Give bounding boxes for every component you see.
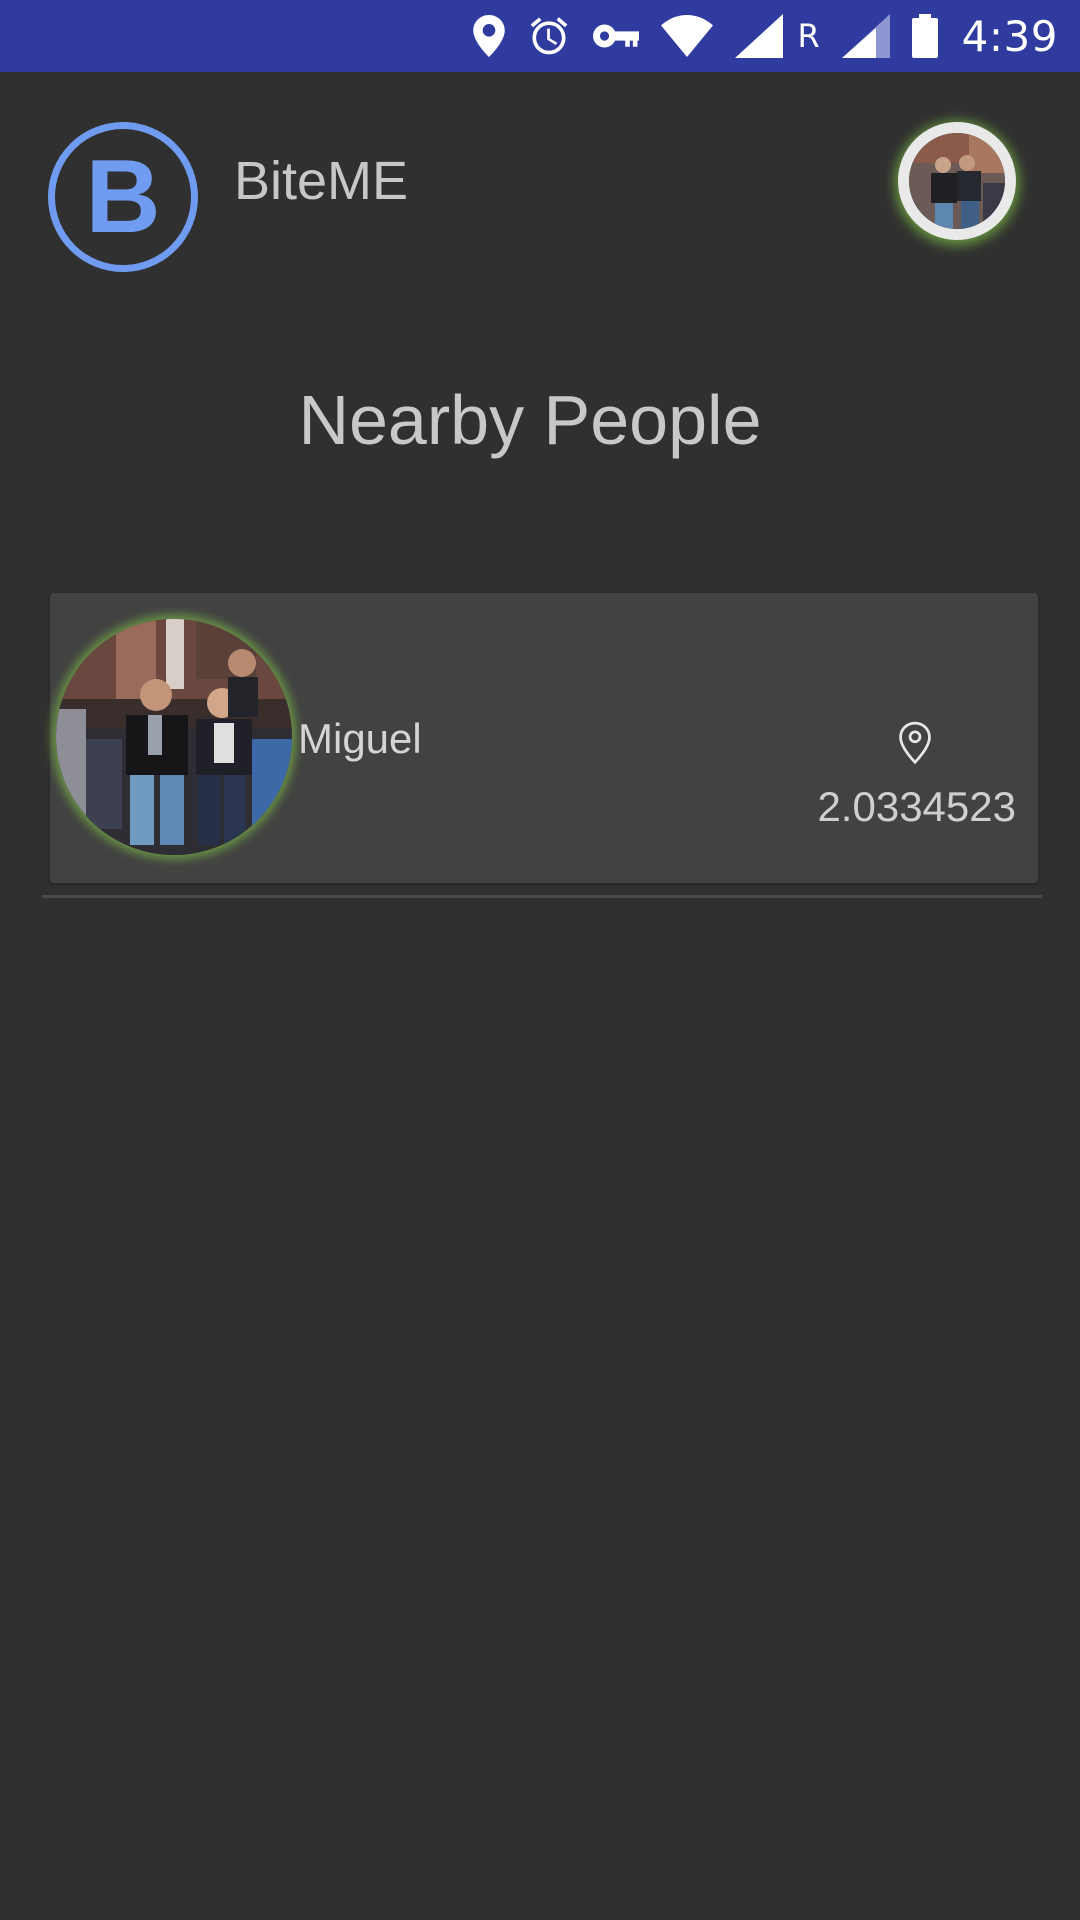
list-divider — [42, 895, 1042, 898]
profile-photo — [909, 133, 1005, 229]
person-name: Miguel — [298, 715, 422, 762]
status-bar: R 4:39 — [0, 0, 1080, 72]
profile-avatar-button[interactable] — [898, 122, 1016, 240]
roaming-indicator: R — [797, 17, 820, 55]
app-logo-letter: B — [85, 139, 161, 255]
person-distance: 2.0334523 — [817, 783, 1016, 830]
status-time: 4:39 — [961, 11, 1058, 61]
page-title: Nearby People — [298, 381, 762, 459]
app-logo: B — [48, 122, 198, 272]
location-pin-icon — [899, 721, 931, 765]
cell-signal-icon — [735, 14, 784, 58]
wifi-icon — [661, 15, 714, 57]
nearby-people-list: Miguel 2.0334523 — [42, 593, 1042, 898]
status-icons: R 4:39 — [451, 0, 1058, 72]
battery-icon — [911, 14, 938, 58]
person-photo — [56, 619, 292, 855]
person-avatar — [56, 619, 292, 855]
app-name: BiteME — [234, 151, 409, 211]
list-item[interactable]: Miguel 2.0334523 — [50, 593, 1038, 883]
vpn-key-icon — [593, 21, 640, 51]
alarm-icon — [527, 14, 571, 58]
cell-signal-roaming-icon — [841, 14, 890, 58]
location-icon — [473, 15, 506, 57]
